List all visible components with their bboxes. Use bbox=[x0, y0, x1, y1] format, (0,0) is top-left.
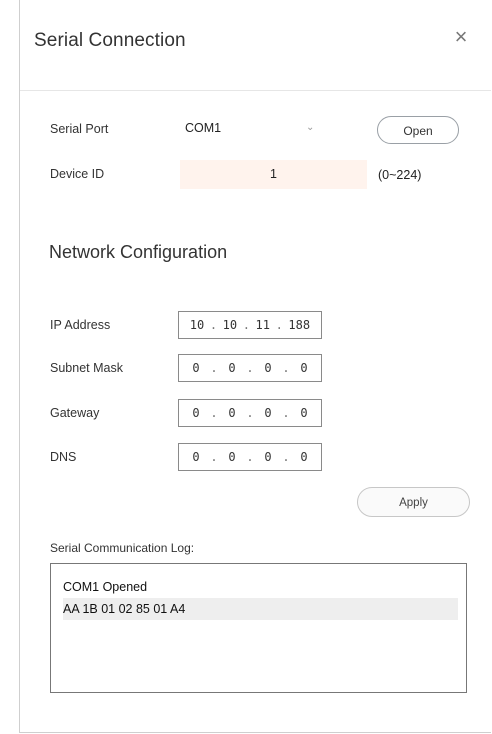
gateway-input[interactable]: 0. 0. 0. 0 bbox=[178, 399, 322, 427]
dns-input[interactable]: 0. 0. 0. 0 bbox=[178, 443, 322, 471]
octet-separator: . bbox=[209, 318, 218, 332]
serial-port-value: COM1 bbox=[185, 121, 222, 135]
dns-octet: 0 bbox=[228, 450, 236, 464]
subnet-mask-label: Subnet Mask bbox=[50, 361, 123, 375]
octet-separator: . bbox=[282, 361, 290, 375]
chevron-down-icon: ⌄ bbox=[306, 122, 315, 133]
serial-log-label: Serial Communication Log: bbox=[50, 541, 195, 555]
subnet-mask-input[interactable]: 0. 0. 0. 0 bbox=[178, 354, 322, 382]
gateway-octet: 0 bbox=[264, 406, 272, 420]
ip-octet: 10 bbox=[189, 318, 205, 332]
ip-octet: 11 bbox=[255, 318, 270, 332]
octet-separator: . bbox=[275, 318, 283, 332]
ip-address-input[interactable]: 10. 10. 11. 188 bbox=[178, 311, 322, 339]
ip-address-label: IP Address bbox=[50, 318, 111, 332]
device-id-range: (0~224) bbox=[378, 168, 422, 182]
octet-separator: . bbox=[282, 406, 290, 420]
gateway-octet: 0 bbox=[300, 406, 308, 420]
device-id-input[interactable]: 1 bbox=[180, 160, 367, 189]
dns-label: DNS bbox=[50, 450, 77, 464]
device-id-label: Device ID bbox=[50, 167, 105, 181]
open-button[interactable]: Open bbox=[377, 116, 459, 144]
octet-separator: . bbox=[246, 450, 254, 464]
gateway-octet: 0 bbox=[192, 406, 200, 420]
subnet-octet: 0 bbox=[300, 361, 308, 375]
network-configuration-heading: Network Configuration bbox=[49, 242, 228, 262]
gateway-octet: 0 bbox=[228, 406, 236, 420]
octet-separator: . bbox=[210, 406, 218, 420]
octet-separator: . bbox=[210, 361, 218, 375]
serial-port-select[interactable]: COM1 ⌄ bbox=[180, 118, 330, 140]
octet-separator: . bbox=[282, 450, 290, 464]
octet-separator: . bbox=[246, 361, 254, 375]
close-icon[interactable]: × bbox=[450, 26, 472, 48]
gateway-label: Gateway bbox=[50, 406, 100, 420]
serial-log-box[interactable]: COM1 Opened AA 1B 01 02 85 01 A4 bbox=[50, 563, 467, 693]
serial-connection-dialog: Serial Connection × Serial Port COM1 ⌄ O… bbox=[19, 0, 491, 733]
octet-separator: . bbox=[242, 318, 250, 332]
octet-separator: . bbox=[210, 450, 218, 464]
octet-separator: . bbox=[246, 406, 254, 420]
dialog-title: Serial Connection bbox=[34, 30, 186, 51]
serial-port-label: Serial Port bbox=[50, 122, 109, 136]
apply-button[interactable]: Apply bbox=[357, 487, 470, 517]
dns-octet: 0 bbox=[192, 450, 200, 464]
log-line: COM1 Opened bbox=[63, 580, 148, 594]
log-line: AA 1B 01 02 85 01 A4 bbox=[63, 598, 458, 620]
ip-octet: 10 bbox=[222, 318, 238, 332]
ip-octet: 188 bbox=[288, 318, 311, 332]
dns-octet: 0 bbox=[300, 450, 308, 464]
dns-octet: 0 bbox=[264, 450, 272, 464]
subnet-octet: 0 bbox=[192, 361, 200, 375]
dialog-titlebar: Serial Connection × bbox=[20, 0, 491, 91]
subnet-octet: 0 bbox=[228, 361, 236, 375]
subnet-octet: 0 bbox=[264, 361, 272, 375]
